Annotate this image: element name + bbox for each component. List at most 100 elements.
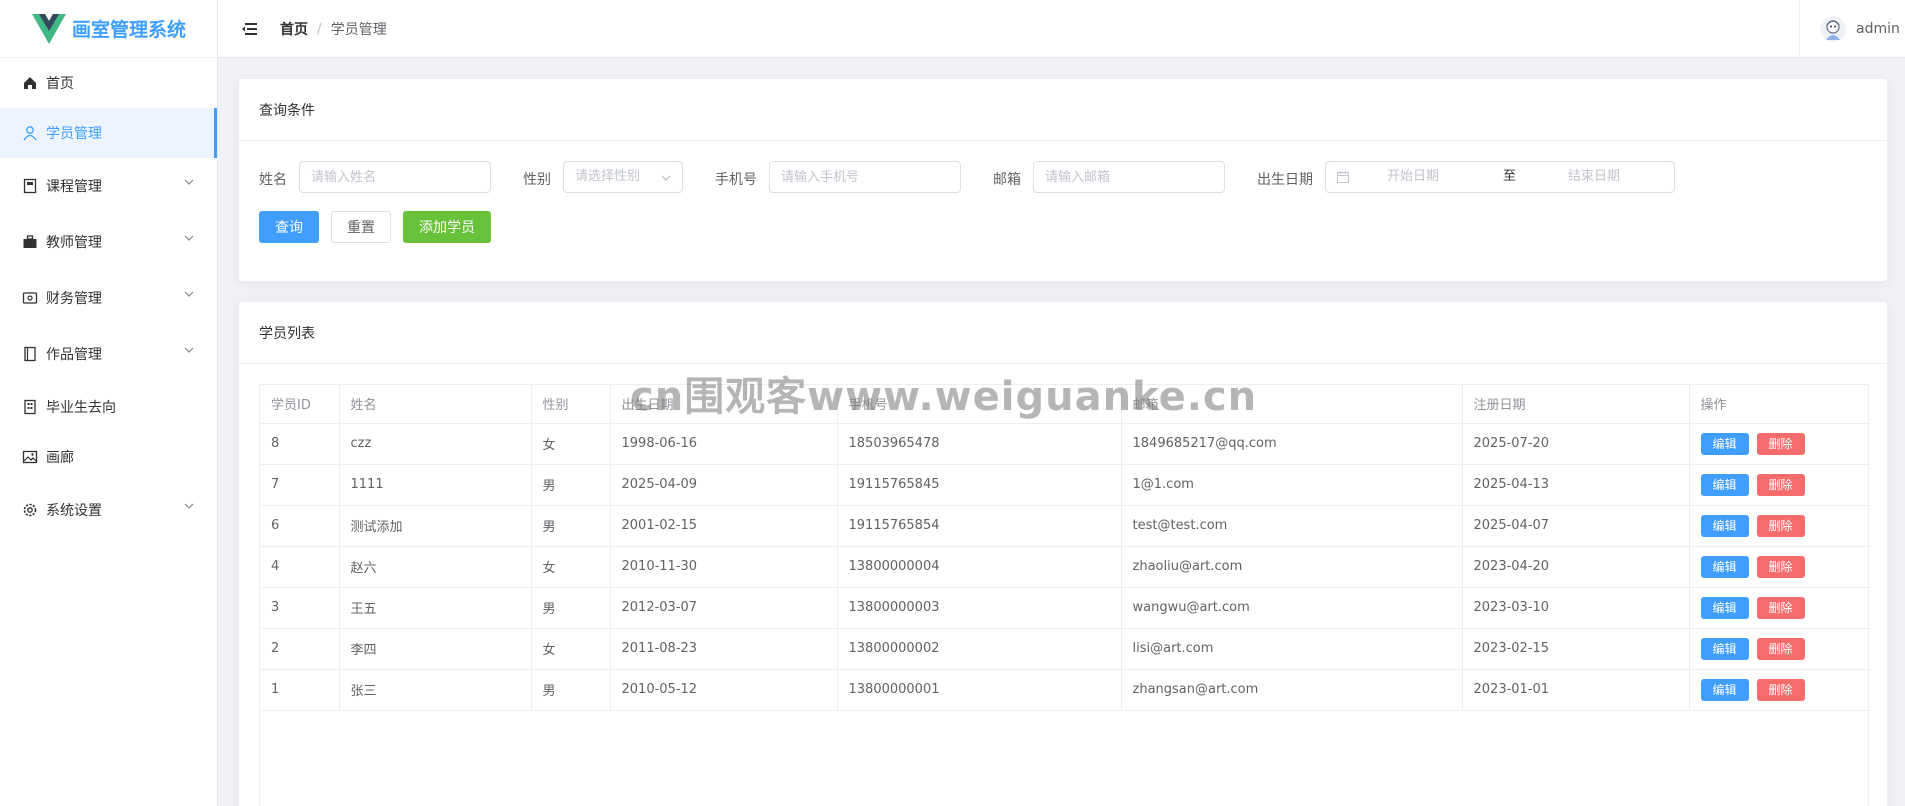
edit-button[interactable]: 编辑: [1700, 678, 1749, 701]
sidebar-item-label: 课程管理: [46, 179, 102, 195]
notebook-icon: [22, 178, 38, 194]
wallet-icon: [22, 290, 38, 306]
chevron-down-icon: [184, 179, 194, 185]
table-cell: 1111: [339, 464, 532, 506]
name-label: 姓名: [259, 172, 287, 188]
calendar-icon: [1336, 170, 1350, 184]
column-header: 姓名: [339, 385, 532, 424]
briefcase-icon: [22, 234, 38, 250]
chevron-down-icon: [184, 503, 194, 509]
table-cell: 2012-03-07: [610, 587, 838, 629]
table-cell: 2025-04-09: [610, 464, 838, 506]
table-cell: 6: [260, 505, 340, 547]
sidebar-item-2[interactable]: 课程管理: [0, 158, 217, 214]
reset-button[interactable]: 重置: [331, 211, 391, 243]
column-header: 性别: [531, 385, 611, 424]
sidebar-item-0[interactable]: 首页: [0, 58, 217, 108]
app-logo[interactable]: 画室管理系统: [0, 0, 217, 58]
delete-button[interactable]: 删除: [1756, 678, 1805, 701]
table-cell: 赵六: [339, 546, 532, 588]
query-card: 查询条件 姓名 性别 请选择性别 手机号 邮箱 出生日期 开始日: [238, 78, 1888, 282]
sidebar-item-label: 毕业生去向: [46, 400, 116, 416]
table-cell: 女: [531, 546, 611, 588]
student-list-title: 学员列表: [239, 302, 1887, 364]
table-cell: 男: [531, 505, 611, 547]
table-cell: 女: [531, 628, 611, 670]
table-row: 1 张三男 2010-05-12 13800000001 zhangsan@art.co…: [260, 669, 1870, 711]
table-cell: 1998-06-16: [610, 423, 838, 465]
column-header: 注册日期: [1462, 385, 1690, 424]
edit-button[interactable]: 编辑: [1700, 432, 1749, 455]
birth-date-label: 出生日期: [1257, 172, 1313, 188]
email-input[interactable]: [1033, 161, 1225, 193]
chevron-down-icon: [184, 291, 194, 297]
sidebar-item-label: 首页: [46, 76, 74, 92]
table-cell: 2001-02-15: [610, 505, 838, 547]
table-cell: 2025-04-13: [1462, 464, 1690, 506]
edit-button[interactable]: 编辑: [1700, 596, 1749, 619]
breadcrumb-home[interactable]: 首页: [280, 19, 308, 39]
table-cell: 1@1.com: [1121, 464, 1463, 506]
sidebar-item-1[interactable]: 学员管理: [0, 108, 217, 158]
column-header: 出生日期: [610, 385, 838, 424]
sidebar-item-8[interactable]: 系统设置: [0, 482, 217, 538]
delete-button[interactable]: 删除: [1756, 637, 1805, 660]
sidebar-item-label: 作品管理: [46, 347, 102, 363]
delete-button[interactable]: 删除: [1756, 596, 1805, 619]
edit-button[interactable]: 编辑: [1700, 637, 1749, 660]
breadcrumb-separator: /: [317, 20, 322, 37]
sidebar-item-label: 教师管理: [46, 235, 102, 251]
gear-icon: [22, 502, 38, 518]
search-button[interactable]: 查询: [259, 211, 319, 243]
delete-button[interactable]: 删除: [1756, 473, 1805, 496]
hamburger-icon[interactable]: [240, 19, 260, 39]
actions-cell: 编辑 删除: [1689, 587, 1870, 629]
phone-label: 手机号: [715, 172, 757, 188]
add-student-button[interactable]: 添加学员: [403, 211, 491, 243]
breadcrumb: 首页 / 学员管理: [280, 19, 387, 39]
end-date-input[interactable]: 结束日期: [1568, 162, 1620, 192]
column-header: 学员ID: [260, 385, 340, 424]
delete-button[interactable]: 删除: [1756, 514, 1805, 537]
edit-button[interactable]: 编辑: [1700, 514, 1749, 537]
delete-button[interactable]: 删除: [1756, 432, 1805, 455]
chevron-down-icon: [661, 175, 671, 181]
table-cell: 李四: [339, 628, 532, 670]
delete-button[interactable]: 删除: [1756, 555, 1805, 578]
table-cell: 13800000002: [837, 628, 1122, 670]
student-table: 学员ID 姓名 性别 出生日期 手机号 邮箱 注册日期 操作 8 czz 女 1998-06-16 1…: [260, 385, 1870, 711]
sidebar-item-4[interactable]: 财务管理: [0, 270, 217, 326]
chevron-down-icon: [184, 347, 194, 353]
table-cell: 男: [531, 587, 611, 629]
gender-select[interactable]: 请选择性别: [563, 161, 683, 193]
table-cell: 2011-08-23: [610, 628, 838, 670]
table-cell: 2025-07-20: [1462, 423, 1690, 465]
actions-cell: 编辑 删除: [1689, 423, 1870, 465]
sidebar-item-5[interactable]: 作品管理: [0, 326, 217, 382]
name-input[interactable]: [299, 161, 491, 193]
table-cell: 2: [260, 628, 340, 670]
column-header: 操作: [1689, 385, 1870, 424]
edit-button[interactable]: 编辑: [1700, 473, 1749, 496]
query-form: 姓名 性别 请选择性别 手机号 邮箱 出生日期 开始日期 至: [259, 161, 1859, 193]
query-card-title: 查询条件: [239, 79, 1887, 141]
phone-input[interactable]: [769, 161, 961, 193]
app-title: 画室管理系统: [72, 19, 187, 41]
table-row: 7 1111 男 2025-04-09 19115765845 1@1.com 2025-0…: [260, 464, 1870, 506]
user-menu[interactable]: admin: [1799, 0, 1905, 58]
start-date-input[interactable]: 开始日期: [1387, 162, 1497, 192]
edit-button[interactable]: 编辑: [1700, 555, 1749, 578]
sidebar-item-3[interactable]: 教师管理: [0, 214, 217, 270]
table-cell: 女: [531, 423, 611, 465]
chevron-down-icon: [184, 235, 194, 241]
table-cell: 男: [531, 669, 611, 711]
table-cell: czz: [339, 423, 532, 465]
sidebar-item-7[interactable]: 画廊: [0, 432, 217, 482]
table-cell: wangwu@art.com: [1121, 587, 1463, 629]
birth-date-range[interactable]: 开始日期 至 结束日期: [1325, 161, 1675, 193]
table-cell: 18503965478: [837, 423, 1122, 465]
avatar[interactable]: [1820, 16, 1846, 42]
table-row: 2 李四女 2011-08-23 13800000002 lisi@art.com 202…: [260, 628, 1870, 670]
column-header: 手机号: [837, 385, 1122, 424]
sidebar-item-6[interactable]: 毕业生去向: [0, 382, 217, 432]
